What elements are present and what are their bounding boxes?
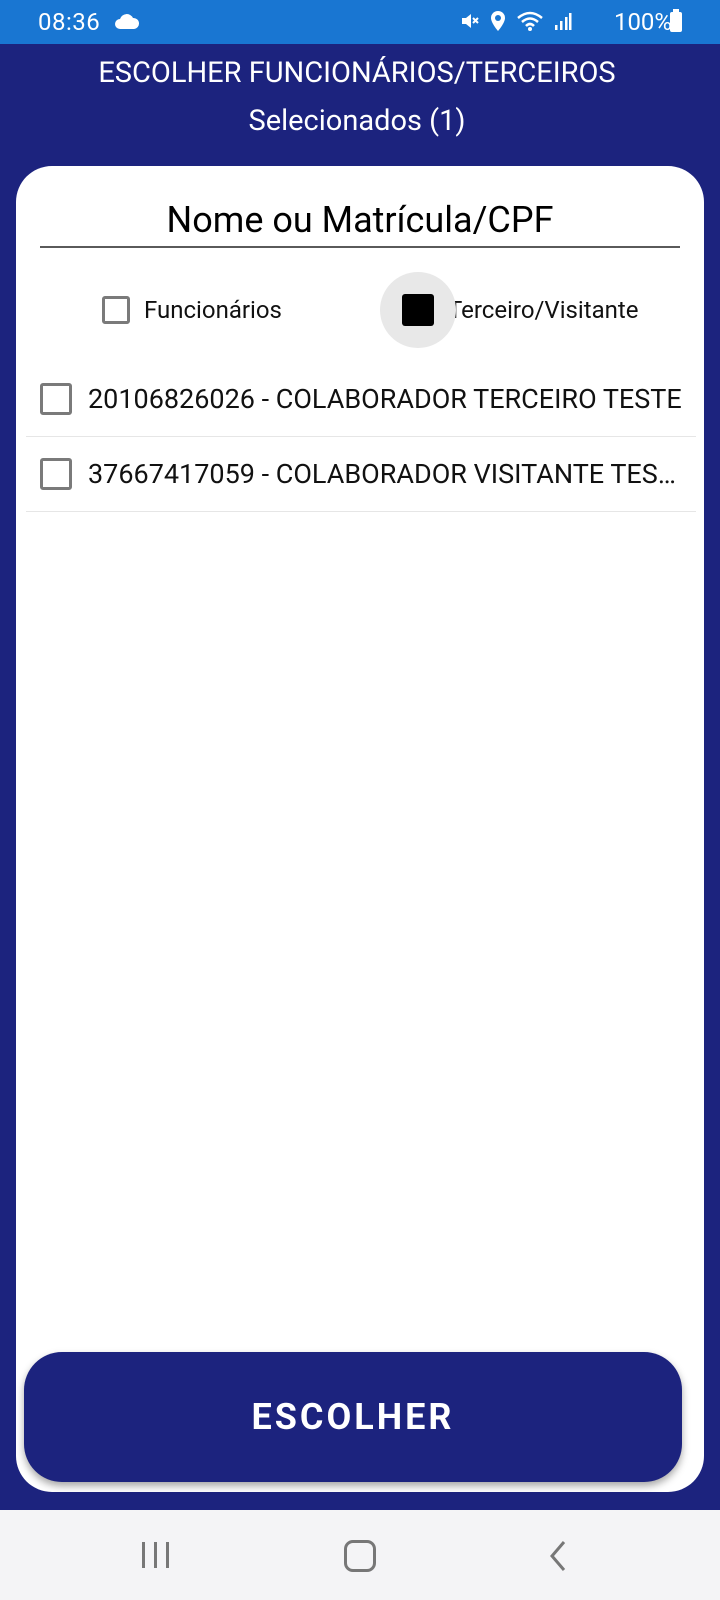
status-bar: 08:36 100% xyxy=(0,0,720,44)
funcionarios-checkbox[interactable] xyxy=(102,296,130,324)
choose-button[interactable]: ESCOLHER xyxy=(24,1352,682,1482)
list-item[interactable]: 20106826026 - COLABORADOR TERCEIRO TESTE xyxy=(26,362,696,437)
filter-funcionarios[interactable]: Funcionários xyxy=(102,290,282,330)
status-icons xyxy=(460,10,572,32)
wifi-icon xyxy=(517,11,543,31)
terceiro-label: Terceiro/Visitante xyxy=(448,296,639,324)
selected-count: Selecionados (1) xyxy=(248,104,466,138)
battery-icon xyxy=(670,9,682,32)
location-icon xyxy=(491,11,505,31)
battery-percent: 100% xyxy=(613,8,672,36)
filter-terceiro[interactable]: Terceiro/Visitante xyxy=(380,272,639,348)
funcionarios-label: Funcionários xyxy=(144,296,282,324)
status-time: 08:36 xyxy=(38,8,101,36)
item-checkbox[interactable] xyxy=(40,383,72,415)
list-item[interactable]: 37667417059 - COLABORADOR VISITANTE TEST… xyxy=(26,437,696,512)
item-label: 20106826026 - COLABORADOR TERCEIRO TESTE xyxy=(88,383,682,415)
back-icon[interactable] xyxy=(548,1540,568,1572)
navigation-bar xyxy=(0,1510,720,1600)
recents-icon[interactable] xyxy=(142,1542,169,1568)
selection-card: Funcionários Terceiro/Visitante 20106826… xyxy=(16,166,704,1492)
signal-icon xyxy=(555,13,572,30)
terceiro-checkbox[interactable] xyxy=(402,294,434,326)
item-checkbox[interactable] xyxy=(40,458,72,490)
home-icon[interactable] xyxy=(344,1540,376,1572)
page-title: ESCOLHER FUNCIONÁRIOS/TERCEIROS xyxy=(98,56,616,90)
mute-icon xyxy=(462,14,479,28)
people-list: 20106826026 - COLABORADOR TERCEIRO TESTE… xyxy=(26,362,696,512)
cloud-icon xyxy=(115,14,140,29)
item-label: 37667417059 - COLABORADOR VISITANTE TEST… xyxy=(88,458,684,490)
search-input[interactable] xyxy=(40,194,680,248)
